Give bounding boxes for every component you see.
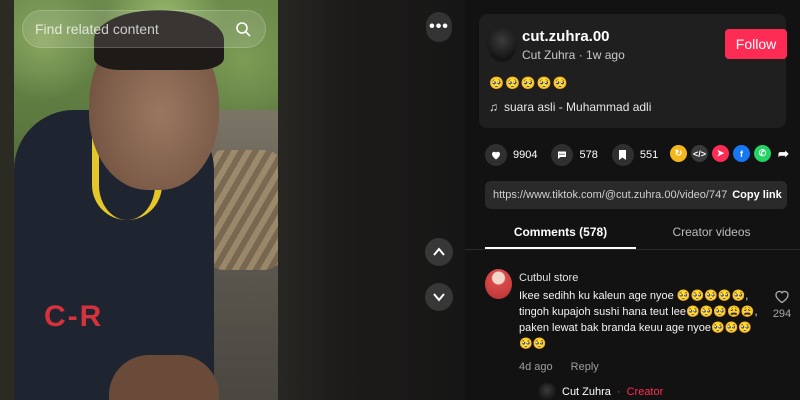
music-title: suara asli - Muhammad adli xyxy=(504,100,652,114)
copy-link-button[interactable]: Copy link xyxy=(727,181,787,209)
video-link[interactable]: https://www.tiktok.com/@cut.zuhra.00/vid… xyxy=(485,189,727,201)
video-person-hand xyxy=(109,355,219,400)
creator-badge: Creator xyxy=(626,386,664,398)
chevron-down-icon xyxy=(433,293,445,302)
stats-row: 9904 578 551 xyxy=(485,143,658,167)
chevron-up-icon xyxy=(433,247,445,256)
comment-time: 4d ago xyxy=(519,361,553,373)
share-icons: ↻ </> ➤ f ✆ ➦ xyxy=(670,145,792,162)
repost-icon[interactable]: ↻ xyxy=(670,145,687,162)
video-shirt-logo: C-R xyxy=(44,300,104,333)
author-avatar[interactable] xyxy=(487,26,517,62)
reply-avatar[interactable] xyxy=(538,383,556,400)
author-username[interactable]: cut.zuhra.00 xyxy=(522,28,610,45)
panel-tabs: Comments (578) Creator videos xyxy=(485,215,787,249)
commenter-name[interactable]: Cutbul store xyxy=(519,272,578,284)
reply-separator: · xyxy=(616,386,621,398)
comment-like[interactable]: 294 xyxy=(771,289,793,320)
save-stat[interactable]: 551 xyxy=(611,144,659,166)
tab-comments[interactable]: Comments (578) xyxy=(485,215,636,249)
post-time: 1w ago xyxy=(586,48,625,62)
comment-stat[interactable]: 578 xyxy=(551,144,598,166)
heart-icon[interactable] xyxy=(485,144,507,166)
more-options-button[interactable]: ••• xyxy=(426,12,452,42)
music-note-icon: ♫ xyxy=(489,100,498,114)
heart-outline-icon[interactable] xyxy=(774,289,790,304)
author-subline: Cut Zuhra · 1w ago xyxy=(522,48,625,62)
commenter-avatar[interactable] xyxy=(485,269,512,299)
embed-icon[interactable]: </> xyxy=(691,145,708,162)
video-rope xyxy=(204,150,278,270)
more-dots-icon: ••• xyxy=(429,18,449,35)
link-bar: https://www.tiktok.com/@cut.zuhra.00/vid… xyxy=(485,181,787,209)
subline-separator: · xyxy=(578,48,587,62)
tab-creator-videos[interactable]: Creator videos xyxy=(636,215,787,249)
caption-emojis: 🥺🥺🥺🥺🥺 xyxy=(489,76,569,90)
comment-count: 578 xyxy=(579,149,598,161)
previous-video-button[interactable] xyxy=(425,238,453,266)
video-player[interactable]: C-R xyxy=(14,0,278,400)
video-area: C-R ••• xyxy=(0,0,465,400)
comment-item: Cutbul store Ikee sedihh ku kaleun age n… xyxy=(485,267,793,400)
comment-like-count: 294 xyxy=(772,308,792,320)
author-display-name: Cut Zuhra xyxy=(522,48,576,62)
tabs-divider xyxy=(465,249,800,250)
search-input[interactable] xyxy=(35,21,233,37)
whatsapp-icon[interactable]: ✆ xyxy=(754,145,771,162)
search-box[interactable] xyxy=(22,10,266,48)
details-panel: cut.zuhra.00 Cut Zuhra · 1w ago Follow 🥺… xyxy=(465,0,800,400)
comment-meta: 4d ago Reply xyxy=(519,361,599,373)
facebook-icon[interactable]: f xyxy=(733,145,750,162)
comment-bubble-icon[interactable] xyxy=(551,144,574,166)
search-icon[interactable] xyxy=(233,19,253,39)
author-card: cut.zuhra.00 Cut Zuhra · 1w ago Follow 🥺… xyxy=(479,14,787,128)
save-count: 551 xyxy=(639,149,659,161)
comment-text: Ikee sedihh ku kaleun age nyoe 🥺🥺🥺🥺🥺, ti… xyxy=(519,290,758,350)
like-stat[interactable]: 9904 xyxy=(485,144,537,166)
bookmark-icon[interactable] xyxy=(611,144,634,166)
share-arrow-icon[interactable]: ➦ xyxy=(775,145,792,162)
next-video-button[interactable] xyxy=(425,283,453,311)
send-icon[interactable]: ➤ xyxy=(712,145,729,162)
music-row[interactable]: ♫ suara asli - Muhammad adli xyxy=(489,100,651,114)
reply-button[interactable]: Reply xyxy=(571,361,599,373)
reply-user[interactable]: Cut Zuhra xyxy=(562,386,611,398)
like-count: 9904 xyxy=(513,149,538,161)
follow-button[interactable]: Follow xyxy=(725,29,787,59)
creator-reply[interactable]: Cut Zuhra · Creator xyxy=(538,383,663,400)
